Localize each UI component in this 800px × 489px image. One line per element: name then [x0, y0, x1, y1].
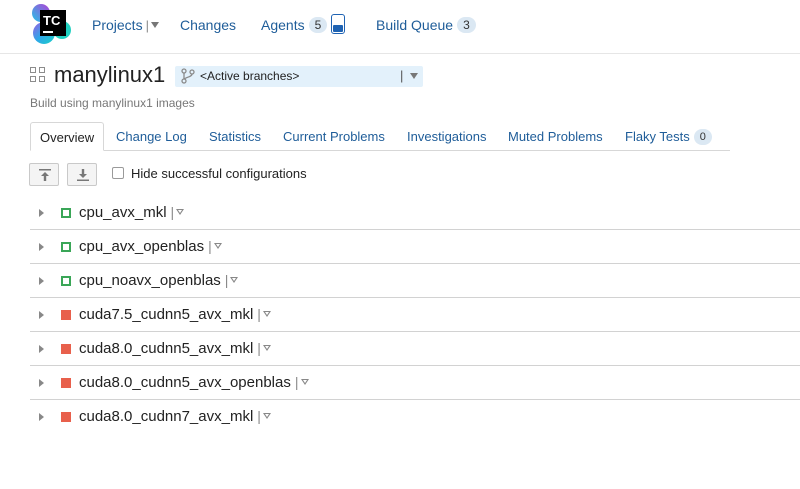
flaky-tests-count-badge: 0 — [693, 129, 712, 145]
row-separator: | — [170, 204, 175, 220]
tab-current-problems[interactable]: Current Problems — [283, 122, 385, 151]
build-configuration-name[interactable]: cpu_noavx_openblas — [79, 272, 221, 289]
row-dropdown-icon[interactable] — [262, 311, 271, 317]
expand-arrow-icon[interactable] — [39, 379, 44, 387]
tab-change-log[interactable]: Change Log — [116, 122, 187, 151]
build-configuration-row[interactable]: cpu_avx_mkl | — [30, 196, 800, 230]
build-configuration-name[interactable]: cuda8.0_cudnn5_avx_mkl — [79, 340, 253, 357]
success-status-icon — [61, 208, 71, 218]
build-configuration-name[interactable]: cpu_avx_openblas — [79, 238, 204, 255]
row-dropdown-icon[interactable] — [300, 379, 309, 385]
success-status-icon — [61, 242, 71, 252]
row-separator: | — [208, 238, 212, 254]
row-dropdown-icon[interactable] — [262, 413, 271, 419]
expand-all-button[interactable] — [67, 163, 97, 186]
build-configuration-row[interactable]: cuda8.0_cudnn5_avx_mkl | — [30, 332, 800, 366]
top-navigation-bar: TC Projects | Changes Agents 5 Build Queue… — [0, 0, 800, 54]
expand-arrow-icon[interactable] — [39, 209, 44, 217]
collapse-all-button[interactable] — [29, 163, 59, 186]
agent-status-icon[interactable] — [331, 14, 345, 34]
nav-build-queue-label: Build Queue — [376, 17, 454, 33]
row-dropdown-icon[interactable] — [176, 209, 185, 215]
failure-status-icon — [61, 310, 71, 320]
branch-icon — [181, 68, 195, 84]
project-grid-icon — [30, 67, 46, 83]
nav-agents-label: Agents — [261, 17, 305, 33]
tab-flaky-tests-label: Flaky Tests — [625, 129, 690, 144]
failure-status-icon — [61, 378, 71, 388]
row-dropdown-icon[interactable] — [230, 277, 239, 283]
expand-arrow-icon[interactable] — [39, 345, 44, 353]
tab-muted-problems[interactable]: Muted Problems — [508, 122, 603, 151]
page-title: manylinux1 — [54, 62, 166, 87]
build-queue-count-badge: 3 — [457, 17, 476, 33]
build-configuration-name-group: cuda7.5_cudnn5_avx_mkl | — [79, 305, 271, 324]
row-separator: | — [257, 306, 261, 322]
row-separator: | — [257, 408, 261, 424]
row-dropdown-icon[interactable] — [213, 243, 222, 249]
tab-investigations[interactable]: Investigations — [407, 122, 487, 151]
row-separator: | — [257, 340, 261, 356]
nav-projects-label: Projects — [92, 17, 143, 33]
branch-selector[interactable]: <Active branches> — [175, 66, 423, 87]
tab-flaky-tests[interactable]: Flaky Tests 0 — [625, 122, 712, 151]
build-configuration-name[interactable]: cuda8.0_cudnn7_avx_mkl — [79, 408, 253, 425]
failure-status-icon — [61, 412, 71, 422]
build-configuration-name[interactable]: cuda7.5_cudnn5_avx_mkl — [79, 306, 253, 323]
collapse-all-icon — [39, 169, 51, 181]
nav-projects[interactable]: Projects | — [92, 16, 159, 35]
success-status-icon — [61, 276, 71, 286]
build-configuration-name-group: cpu_avx_openblas | — [79, 237, 222, 256]
nav-changes-label: Changes — [180, 17, 237, 33]
build-configuration-row[interactable]: cuda7.5_cudnn5_avx_mkl | — [30, 298, 800, 332]
build-configuration-name-group: cpu_noavx_openblas | — [79, 271, 239, 290]
build-configuration-row[interactable]: cpu_noavx_openblas | — [30, 264, 800, 298]
build-configuration-name[interactable]: cpu_avx_mkl — [79, 204, 167, 221]
build-configuration-row[interactable]: cpu_avx_openblas | — [30, 230, 800, 264]
build-configuration-row[interactable]: cuda8.0_cudnn5_avx_openblas | — [30, 366, 800, 400]
tab-bar: Overview Change Log Statistics Current P… — [30, 122, 730, 151]
page-description: Build using manylinux1 images — [30, 96, 195, 110]
branch-dropdown-icon[interactable] — [410, 73, 418, 79]
branch-selector-value: <Active branches> — [200, 69, 300, 83]
expand-all-icon — [77, 169, 89, 181]
agents-count-badge: 5 — [308, 17, 328, 33]
hide-successful-label[interactable]: Hide successful configurations — [131, 166, 307, 182]
tab-overview[interactable]: Overview — [30, 122, 105, 151]
row-dropdown-icon[interactable] — [262, 345, 271, 351]
build-configuration-name-group: cpu_avx_mkl | — [79, 203, 185, 222]
logo-text: TC — [43, 13, 61, 28]
branch-separator: | — [400, 68, 404, 83]
build-configuration-name-group: cuda8.0_cudnn7_avx_mkl | — [79, 407, 271, 426]
build-configuration-name-group: cuda8.0_cudnn5_avx_mkl | — [79, 339, 271, 358]
expand-arrow-icon[interactable] — [39, 243, 44, 251]
hide-successful-checkbox[interactable] — [112, 167, 124, 179]
build-configuration-name-group: cuda8.0_cudnn5_avx_openblas | — [79, 373, 309, 392]
failure-status-icon — [61, 344, 71, 354]
build-configuration-row[interactable]: cuda8.0_cudnn7_avx_mkl | — [30, 400, 800, 434]
build-configuration-name[interactable]: cuda8.0_cudnn5_avx_openblas — [79, 374, 291, 391]
nav-build-queue[interactable]: Build Queue 3 — [376, 16, 476, 34]
nav-changes[interactable]: Changes — [180, 16, 236, 34]
nav-agents[interactable]: Agents 5 — [261, 16, 328, 34]
row-separator: | — [294, 374, 299, 390]
tab-statistics[interactable]: Statistics — [209, 122, 261, 151]
expand-arrow-icon[interactable] — [39, 311, 44, 319]
teamcity-logo[interactable]: TC — [31, 3, 73, 45]
expand-arrow-icon[interactable] — [39, 413, 44, 421]
expand-arrow-icon[interactable] — [39, 277, 44, 285]
row-separator: | — [224, 272, 229, 288]
projects-dropdown-icon[interactable] — [150, 22, 159, 28]
nav-separator: | — [145, 18, 149, 33]
